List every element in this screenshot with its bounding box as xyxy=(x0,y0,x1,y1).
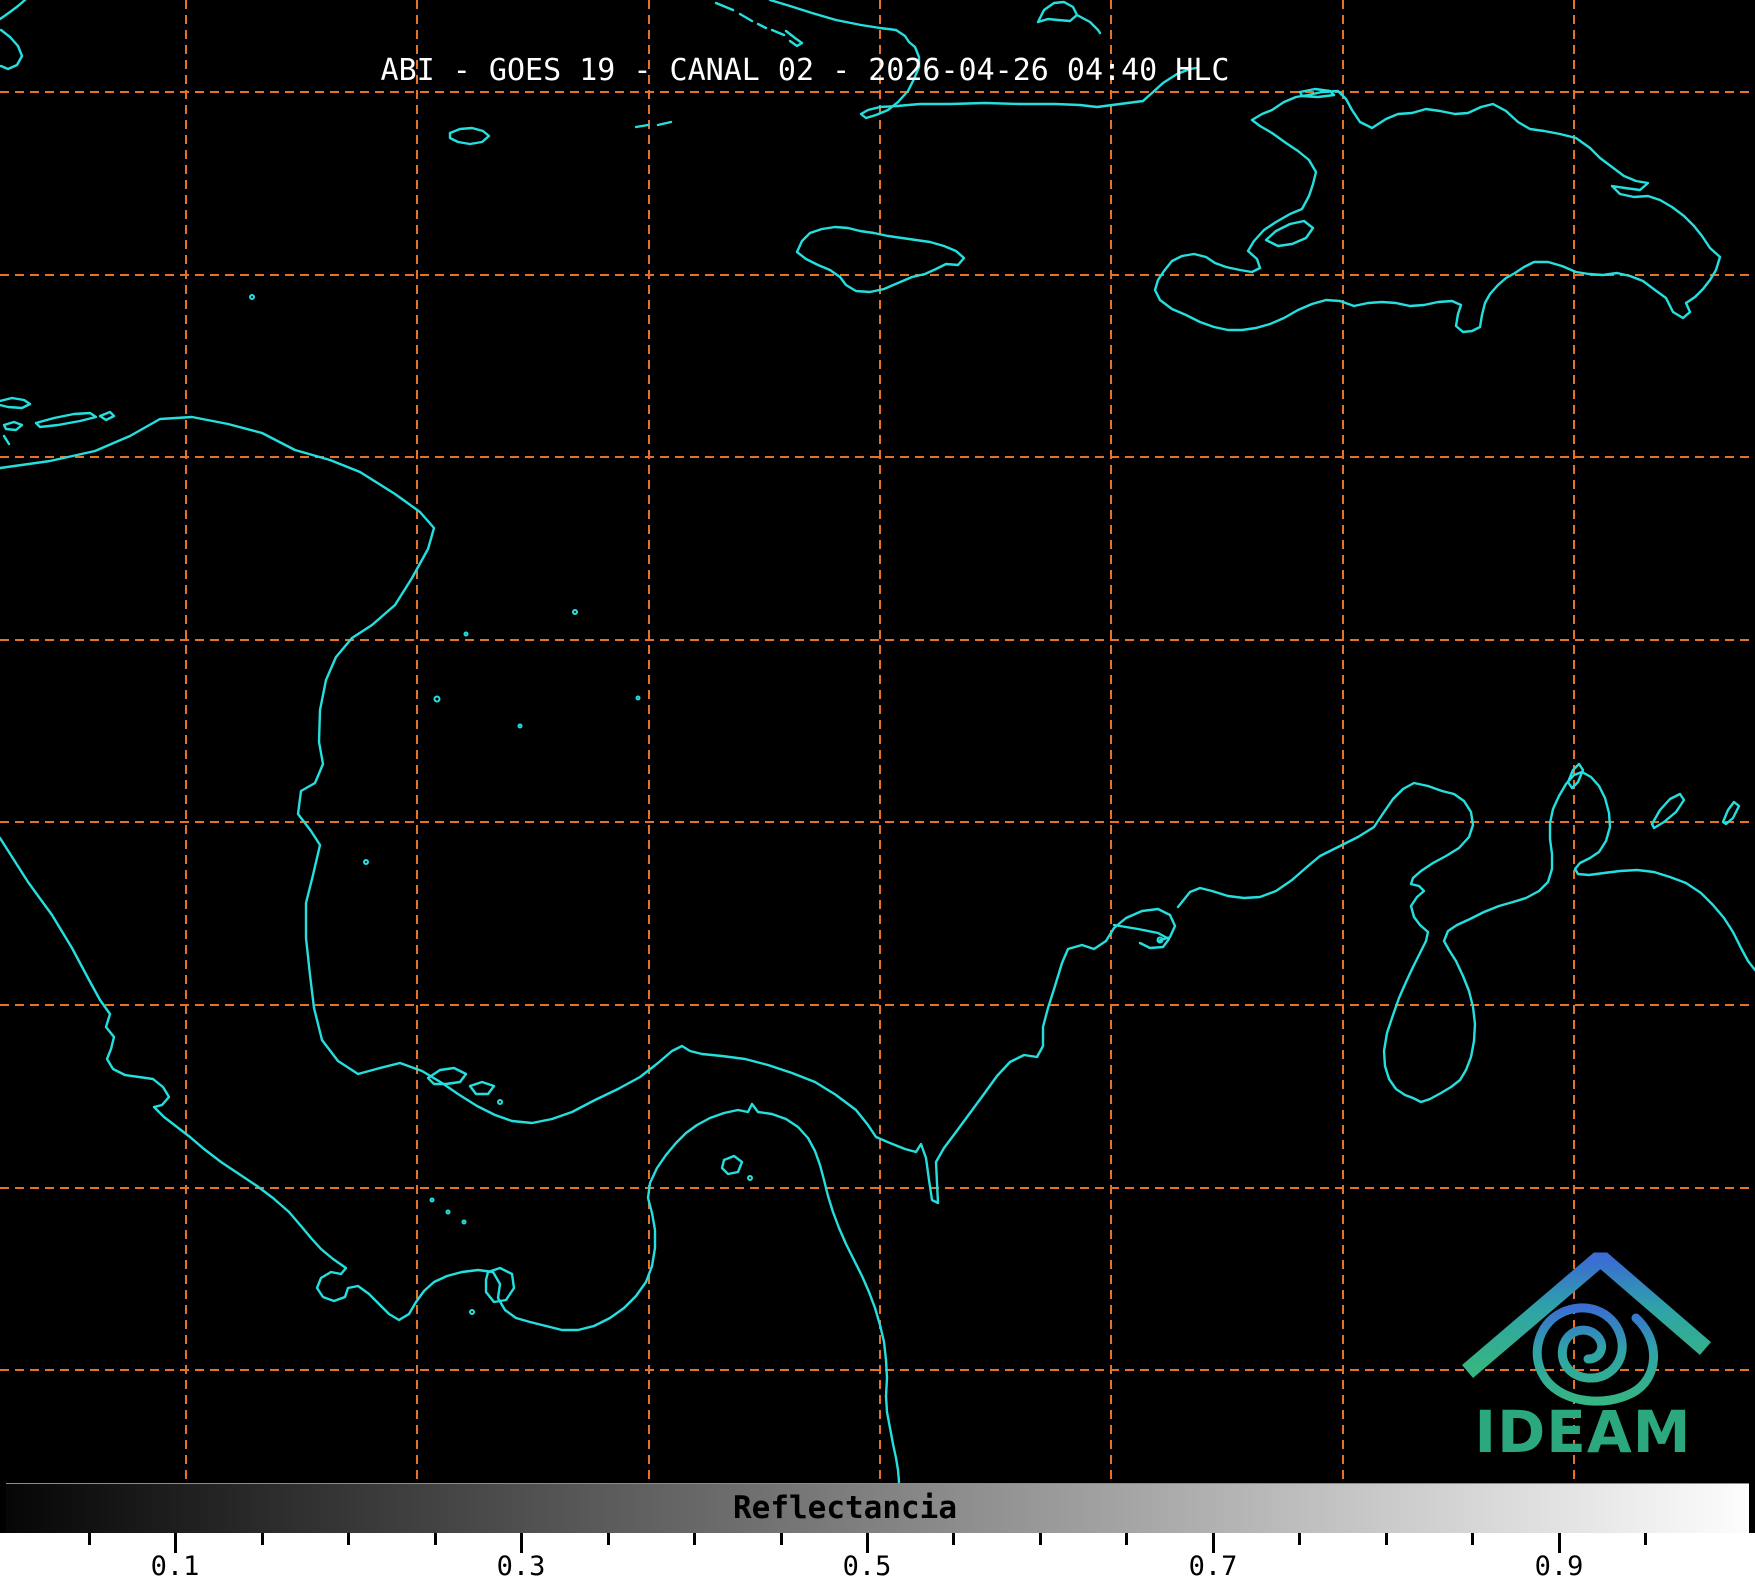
colorbar-minor-tick xyxy=(1298,1533,1301,1545)
map-area: ABI - GOES 19 - CANAL 02 - 2026-04-26 04… xyxy=(0,0,1755,1483)
colorbar-minor-tick xyxy=(607,1533,610,1545)
colorbar-minor-tick xyxy=(434,1533,437,1545)
colorbar-tick-label: 0.9 xyxy=(1534,1551,1584,1577)
colorbar-minor-tick xyxy=(1039,1533,1042,1545)
colorbar-tick-label: 0.5 xyxy=(842,1551,892,1577)
colorbar-minor-tick xyxy=(261,1533,264,1545)
colorbar-major-tick xyxy=(866,1533,869,1553)
ideam-spiral-icon xyxy=(1532,1303,1659,1406)
colorbar-label-wrap: Reflectancia xyxy=(0,1490,1690,1526)
colorbar-tick-label: 0.3 xyxy=(496,1551,546,1577)
colorbar-minor-tick xyxy=(1125,1533,1128,1545)
colorbar-minor-tick xyxy=(780,1533,783,1545)
colorbar-axis: 0.1 0.3 0.5 0.7 0.9 xyxy=(0,1533,1755,1577)
colorbar-minor-tick xyxy=(1644,1533,1647,1545)
colorbar-minor-tick xyxy=(1471,1533,1474,1545)
colorbar-major-tick xyxy=(520,1533,523,1553)
colorbar-tick-label: 0.7 xyxy=(1188,1551,1238,1577)
satellite-viewer: ABI - GOES 19 - CANAL 02 - 2026-04-26 04… xyxy=(0,0,1755,1577)
colorbar-label: Reflectancia xyxy=(733,1490,957,1526)
colorbar-tick-label: 0.1 xyxy=(150,1551,200,1577)
colorbar-minor-tick xyxy=(347,1533,350,1545)
colorbar-major-tick xyxy=(1212,1533,1215,1553)
colorbar-minor-tick xyxy=(1385,1533,1388,1545)
colorbar-major-tick xyxy=(1558,1533,1561,1553)
colorbar-major-tick xyxy=(174,1533,177,1553)
ideam-logo xyxy=(1462,1252,1711,1406)
ideam-wordmark: IDEAM xyxy=(1474,1398,1692,1466)
colorbar-minor-tick xyxy=(952,1533,955,1545)
colorbar-minor-tick xyxy=(693,1533,696,1545)
colorbar-minor-tick xyxy=(88,1533,91,1545)
ideam-mountain-icon xyxy=(1462,1252,1711,1378)
